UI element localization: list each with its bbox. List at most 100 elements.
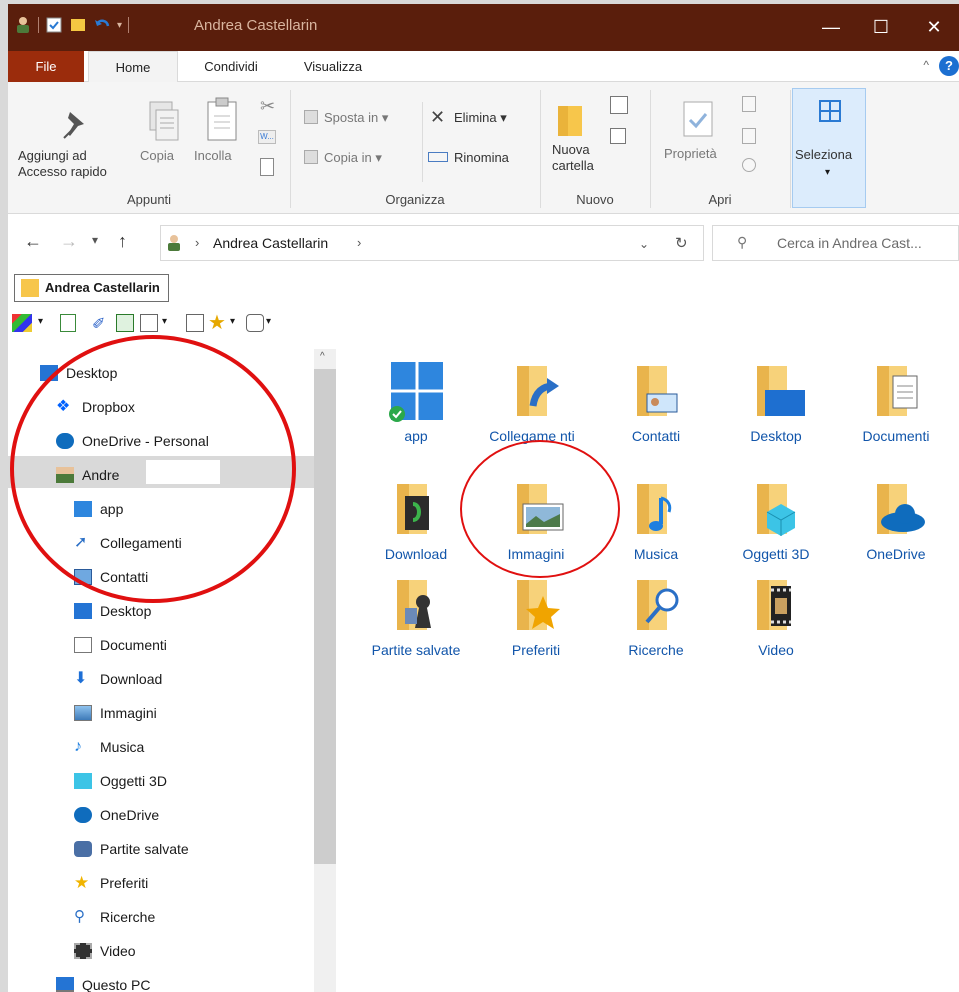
content-pane: app Collegame nti Contatti Desktop Docum…: [344, 344, 959, 992]
paste-shortcut-icon[interactable]: [260, 158, 274, 176]
download-folder-icon: [397, 484, 429, 534]
new-folder-button[interactable]: Nuova cartella: [552, 142, 594, 174]
up-arrow-icon[interactable]: ↑: [118, 231, 127, 252]
scroll-up-icon[interactable]: ^: [320, 351, 325, 362]
cut-icon[interactable]: ✂: [260, 96, 275, 117]
properties-icon: [683, 101, 713, 137]
recent-chevron-icon[interactable]: ▾: [92, 233, 98, 247]
divider: [790, 90, 791, 208]
app-icon: [74, 501, 92, 517]
history-icon[interactable]: [742, 158, 756, 172]
desktop-icon: [40, 365, 58, 381]
favorites-star-icon[interactable]: ★: [208, 310, 226, 335]
nav-item-label: Questo PC: [82, 977, 151, 992]
pin-icon[interactable]: ✐: [92, 314, 105, 334]
address-bar[interactable]: › Andrea Castellarin › ⌄ ↻: [160, 225, 704, 261]
paste-button[interactable]: Incolla: [194, 148, 232, 164]
close-button[interactable]: ✕: [909, 4, 959, 51]
folder-tree-icon[interactable]: [186, 314, 204, 332]
item-onedrive[interactable]: OneDrive: [848, 476, 944, 586]
select-grid-icon: [819, 100, 841, 122]
back-arrow-icon[interactable]: ←: [24, 231, 42, 252]
minimize-button[interactable]: —: [806, 4, 856, 51]
item-immagini[interactable]: Immagini: [488, 476, 584, 586]
copy-button[interactable]: Copia: [140, 148, 174, 164]
chevron-down-icon[interactable]: ▾: [38, 316, 43, 327]
item-musica[interactable]: Musica: [608, 476, 704, 586]
copy-to-label: Copia in: [324, 150, 372, 165]
links-icon: ➚: [74, 534, 88, 551]
item-preferiti[interactable]: Preferiti: [488, 572, 584, 682]
network-icon[interactable]: [60, 314, 76, 332]
breadcrumb-path[interactable]: Andrea Castellarin: [213, 235, 328, 251]
pin-quick-access-button[interactable]: Aggiungi ad Accesso rapido: [18, 148, 107, 180]
rename-button[interactable]: Rinomina: [454, 150, 509, 166]
refresh-icon[interactable]: ↻: [675, 234, 688, 252]
breadcrumb-chevron-icon[interactable]: ›: [357, 235, 361, 250]
new-folder-icon[interactable]: [69, 16, 87, 34]
shell-tab-label: Andrea Castellarin: [45, 280, 160, 295]
item-ricerche[interactable]: Ricerche: [608, 572, 704, 682]
copy-path-icon[interactable]: W...: [258, 130, 276, 144]
item-label: Desktop: [750, 428, 802, 444]
group-organizza-label: Organizza: [385, 192, 445, 207]
shell-tab[interactable]: Andrea Castellarin: [14, 274, 169, 302]
savedgames-icon: [74, 841, 92, 857]
properties-icon[interactable]: [45, 16, 63, 34]
easy-access-icon[interactable]: [610, 128, 626, 144]
item-label: Preferiti: [511, 642, 561, 658]
history-icon[interactable]: [246, 314, 264, 332]
item-video[interactable]: Video: [728, 572, 824, 682]
item-desktop[interactable]: Desktop: [728, 358, 824, 468]
collapse-ribbon-chevron-icon[interactable]: ^: [923, 58, 929, 72]
chevron-down-icon[interactable]: ▾: [162, 316, 167, 327]
user-folder-icon[interactable]: [14, 16, 32, 34]
download-icon: ⬇: [74, 670, 88, 687]
folder-icon: [21, 279, 39, 297]
item-documenti[interactable]: Documenti: [848, 358, 944, 468]
tab-visualizza[interactable]: Visualizza: [288, 51, 378, 82]
copy-to-button[interactable]: Copia in ▾: [324, 150, 382, 166]
chevron-down-icon[interactable]: ▾: [230, 316, 235, 327]
address-dropdown-icon[interactable]: ⌄: [639, 237, 649, 251]
refresh-icon[interactable]: [116, 314, 134, 332]
nav-item-label: Andre: [82, 467, 120, 483]
customize-qa-chevron-icon[interactable]: ▾: [117, 20, 122, 31]
favorites-icon: ★: [74, 873, 90, 892]
undo-icon[interactable]: [93, 16, 111, 34]
item-app[interactable]: app: [368, 358, 464, 468]
item-collegamenti[interactable]: Collegame nti: [488, 358, 584, 468]
tab-condividi[interactable]: Condividi: [186, 51, 276, 82]
item-download[interactable]: Download: [368, 476, 464, 586]
help-icon[interactable]: ?: [939, 56, 959, 76]
close-icon: ✕: [926, 17, 942, 37]
tab-file[interactable]: File: [8, 51, 84, 82]
window-title: Andrea Castellarin: [194, 17, 318, 34]
maximize-button[interactable]: ☐: [856, 4, 906, 51]
delete-button[interactable]: Elimina ▾: [454, 110, 507, 126]
new-item-icon[interactable]: [610, 96, 628, 114]
item-label: Oggetti 3D: [742, 546, 810, 562]
delete-icon: ✕: [430, 107, 446, 127]
item-oggetti-3d[interactable]: Oggetti 3D: [728, 476, 824, 586]
select-button[interactable]: Seleziona ▾: [792, 88, 866, 208]
tab-home[interactable]: Home: [88, 51, 178, 82]
chevron-down-icon[interactable]: ▾: [266, 316, 271, 327]
forward-arrow-icon[interactable]: →: [60, 231, 78, 252]
windows-logo-icon[interactable]: [12, 314, 32, 332]
new-folder-icon: [558, 106, 582, 136]
view-icon[interactable]: [140, 314, 158, 332]
nav-scrollbar-thumb[interactable]: [314, 369, 336, 864]
search-box[interactable]: ⚲ Cerca in Andrea Cast...: [712, 225, 959, 261]
paste-icon: [207, 97, 237, 141]
properties-button[interactable]: Proprietà: [664, 146, 717, 162]
item-label: Immagini: [507, 546, 565, 562]
move-to-button[interactable]: Sposta in ▾: [324, 110, 388, 126]
nav-item-label: OneDrive: [100, 807, 160, 823]
open-icon[interactable]: [742, 96, 756, 112]
item-contatti[interactable]: Contatti: [608, 358, 704, 468]
item-partite-salvate[interactable]: Partite salvate: [368, 572, 464, 682]
edit-icon[interactable]: [742, 128, 756, 144]
search-input[interactable]: Cerca in Andrea Cast...: [777, 235, 922, 251]
documents-icon: [74, 637, 92, 653]
